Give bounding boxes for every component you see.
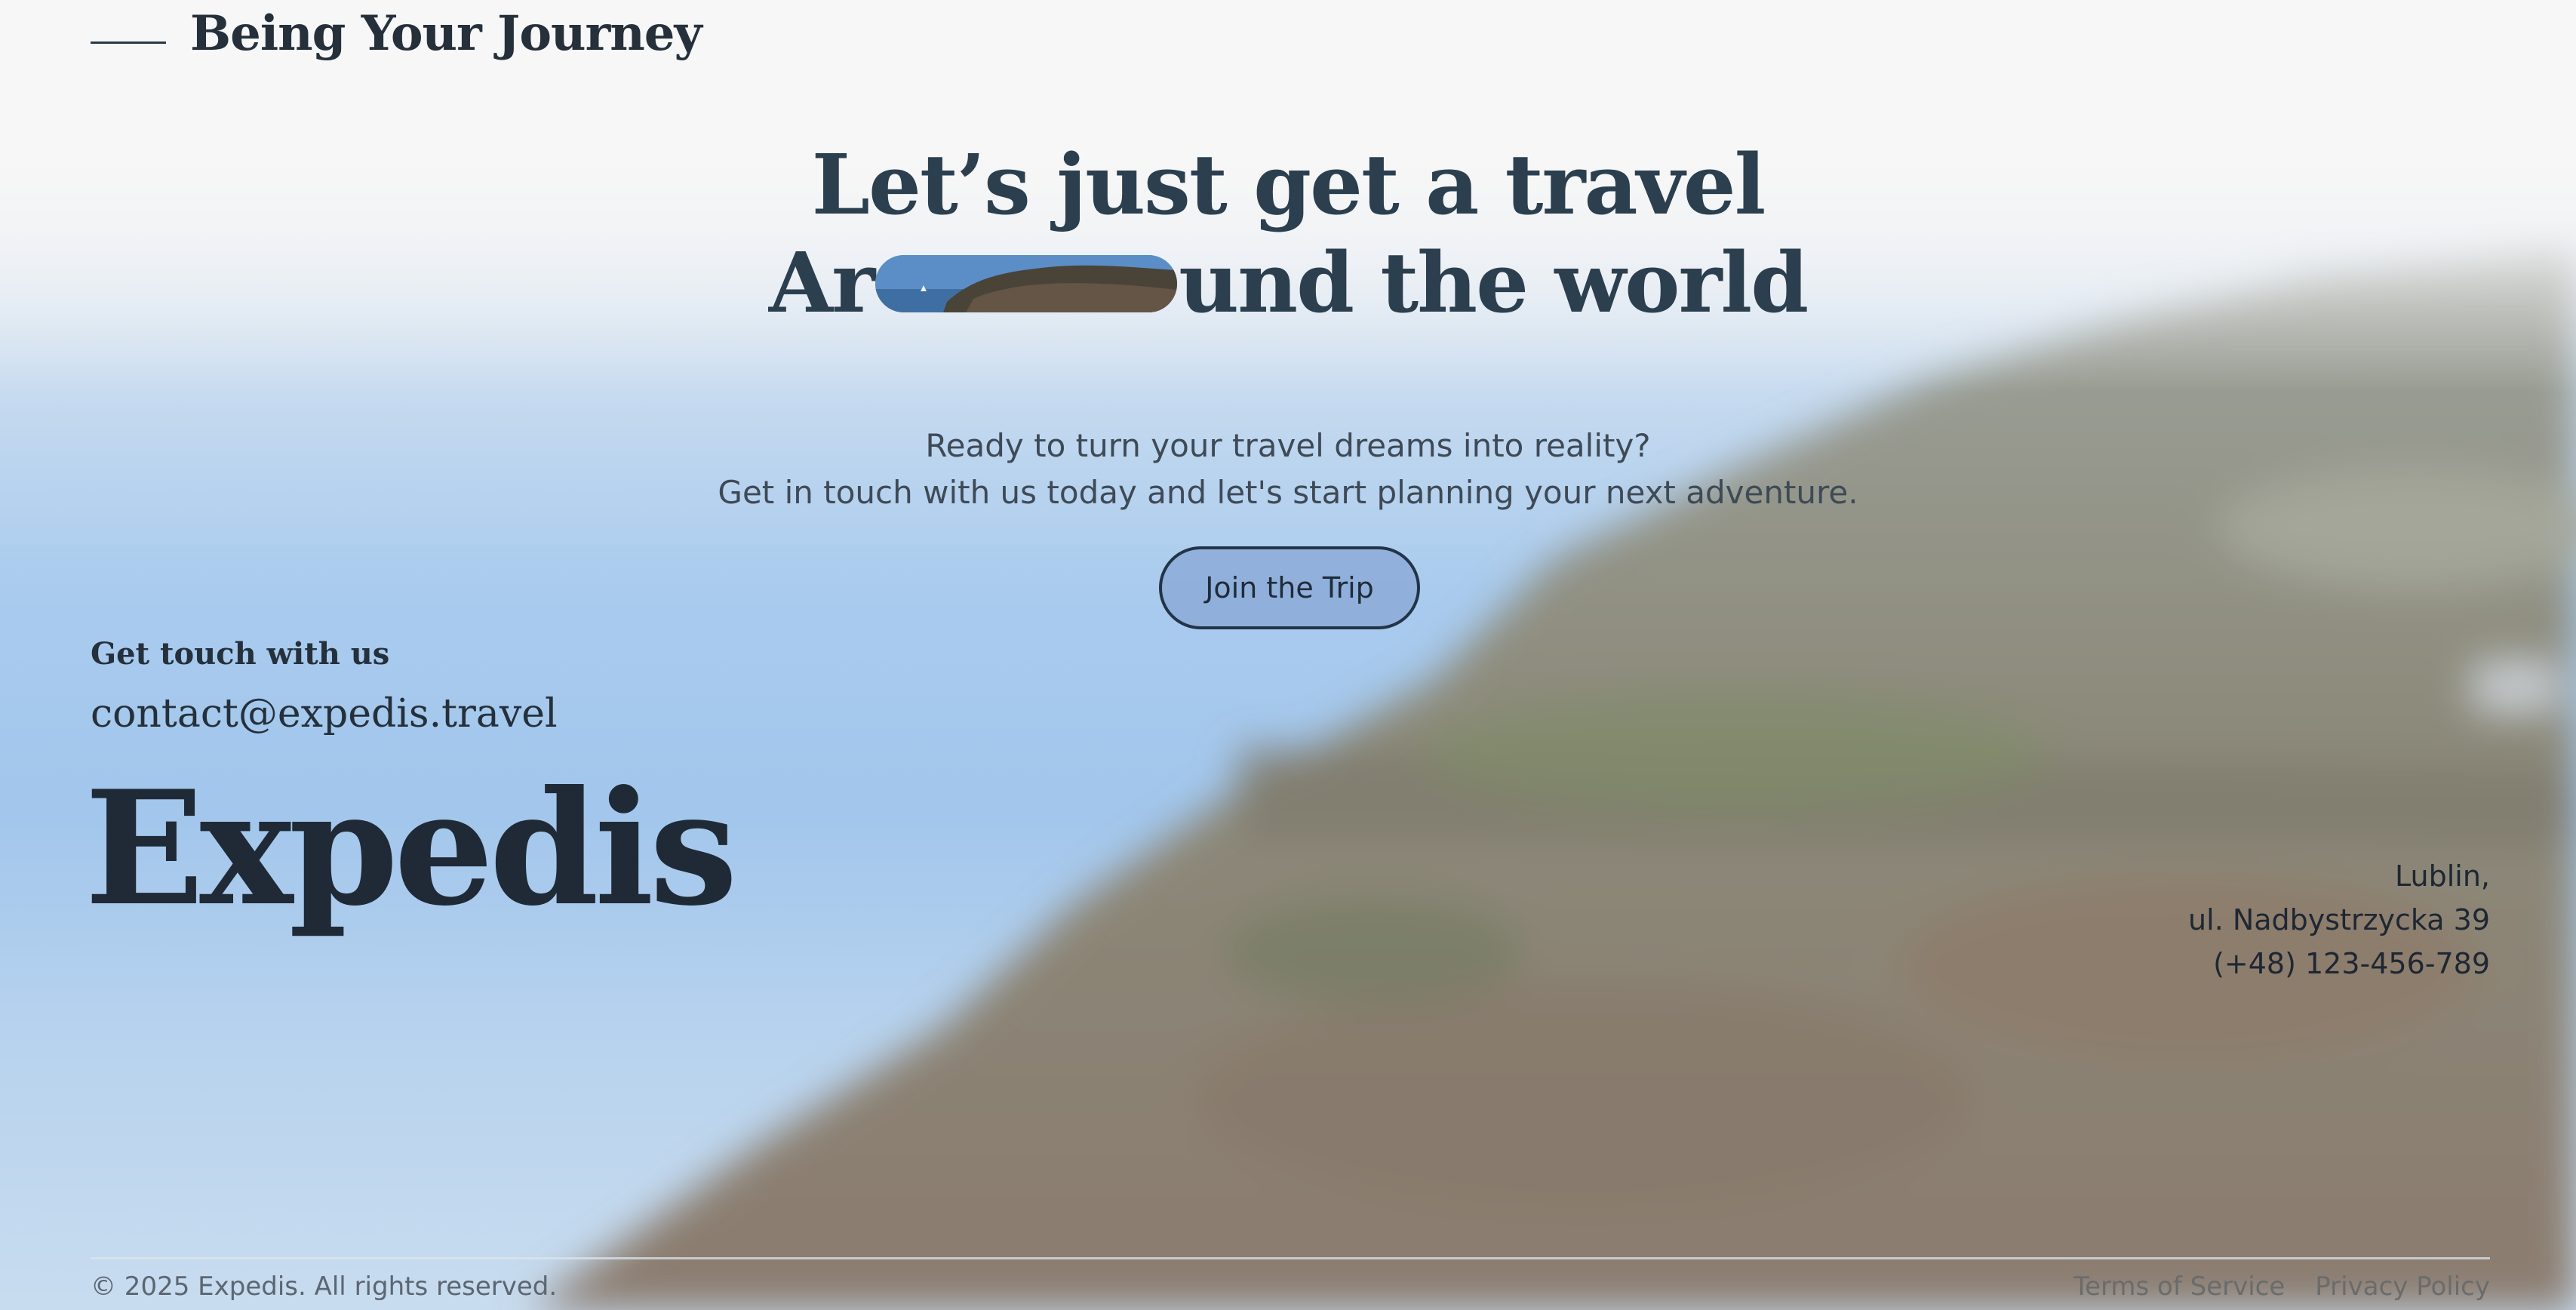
hero-image-pill bbox=[875, 255, 1178, 313]
footer-links: Terms of Service Privacy Policy bbox=[2073, 1268, 2490, 1305]
landing-page: Being Your Journey Let’s just get a trav… bbox=[0, 0, 2576, 1310]
footer-copyright: © 2025 Expedis. All rights reserved. bbox=[91, 1272, 558, 1302]
address-city: Lublin, bbox=[2395, 859, 2490, 893]
hero-subtitle-line-2: Get in touch with us today and let's sta… bbox=[718, 474, 1858, 511]
contact-section: Get touch with us contact@expedis.travel bbox=[91, 628, 558, 744]
site-header: Being Your Journey bbox=[91, 0, 702, 68]
address-phone: (+48) 123-456-789 bbox=[2213, 947, 2490, 980]
hero-line-2-prefix: Ar bbox=[768, 234, 875, 331]
contact-label: Get touch with us bbox=[91, 636, 390, 672]
address-street: ul. Nadbystrzycka 39 bbox=[2188, 903, 2490, 936]
hero-subtitle: Ready to turn your travel dreams into re… bbox=[0, 423, 2576, 516]
brand-logo-text: Expedis bbox=[85, 757, 738, 941]
address-block: Lublin, ul. Nadbystrzycka 39 (+48) 123-4… bbox=[2188, 854, 2490, 986]
hero-line-2: Ar und the world bbox=[0, 234, 2576, 332]
privacy-policy-link[interactable]: Privacy Policy bbox=[2315, 1268, 2490, 1305]
footer-divider bbox=[91, 1257, 2490, 1259]
contact-email-link[interactable]: contact@expedis.travel bbox=[91, 684, 558, 744]
header-decorative-line bbox=[91, 41, 166, 44]
hero-line-1: Let’s just get a travel bbox=[811, 136, 1766, 233]
hero-subtitle-line-1: Ready to turn your travel dreams into re… bbox=[925, 427, 1651, 464]
hero-line-2-suffix: und the world bbox=[1179, 234, 1809, 331]
header-title: Being Your Journey bbox=[190, 5, 702, 62]
terms-of-service-link[interactable]: Terms of Service bbox=[2073, 1268, 2285, 1305]
hero-heading: Let’s just get a travel Ar und the world bbox=[0, 136, 2576, 332]
join-trip-button[interactable]: Join the Trip bbox=[1159, 546, 1420, 629]
